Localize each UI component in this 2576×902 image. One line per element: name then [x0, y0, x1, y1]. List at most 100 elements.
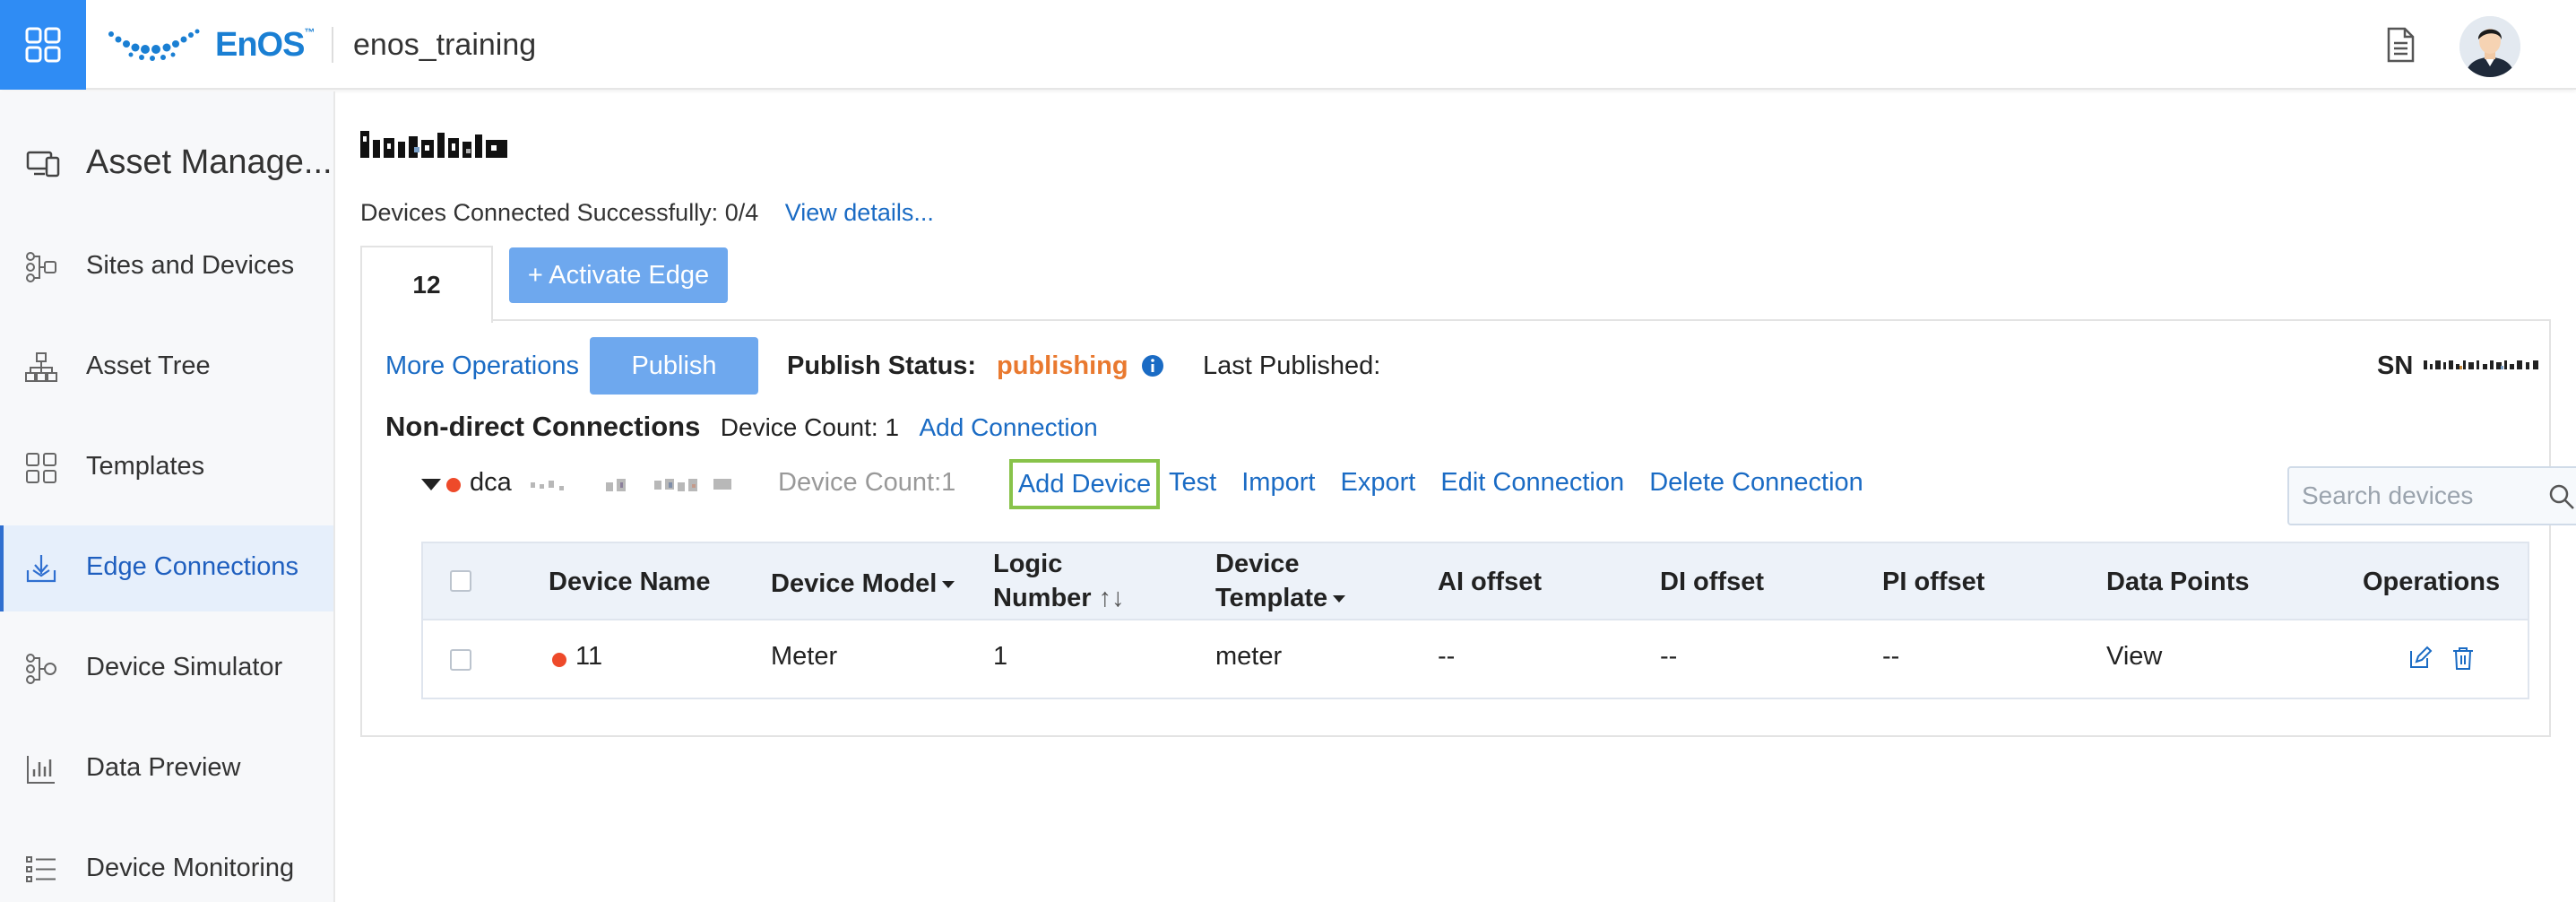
sidebar-item-label: Edge Connections — [86, 552, 298, 581]
templates-icon — [26, 453, 56, 483]
enos-logo[interactable]: EnOS™ — [106, 25, 315, 65]
row-checkbox[interactable] — [450, 649, 471, 671]
document-icon — [2387, 27, 2415, 63]
logo-text: EnOS™ — [215, 25, 315, 64]
sites-devices-icon — [26, 252, 56, 282]
header-divider — [332, 27, 333, 63]
sn-value-redacted — [2424, 360, 2538, 369]
logo-dots-icon — [108, 29, 200, 61]
dropdown-caret-icon — [1333, 595, 1346, 603]
device-name-cell: 11 — [575, 642, 603, 671]
column-device-template-line2: Template — [1215, 584, 1328, 612]
sidebar-item-templates[interactable]: Templates — [0, 425, 333, 511]
organization-name: enos_training — [353, 28, 537, 62]
column-device-model[interactable]: Device Model — [771, 567, 955, 601]
device-status-dot — [552, 653, 566, 667]
data-preview-icon — [27, 756, 55, 784]
sidebar-item-label: Device Simulator — [86, 653, 283, 681]
delete-icon[interactable] — [2451, 646, 2476, 671]
sidebar-item-sites-and-devices[interactable]: Sites and Devices — [0, 224, 333, 310]
add-connection-link[interactable]: Add Connection — [919, 413, 1097, 441]
sidebar-item-label: Device Monitoring — [86, 854, 295, 882]
table-row: 11 Meter 1 meter -- -- -- View — [423, 622, 2528, 698]
app-menu-button[interactable] — [0, 0, 86, 90]
edge-toolbar: More Operations Publish Publish Status: … — [385, 337, 2538, 396]
column-logic-number-line2: Number — [993, 584, 1092, 612]
sidebar-item-label: Data Preview — [86, 753, 241, 782]
sidebar-item-data-preview[interactable]: Data Preview — [0, 726, 333, 812]
device-monitoring-icon — [26, 856, 56, 882]
connection-device-count: Device Count:1 — [778, 468, 956, 497]
column-device-model-label: Device Model — [771, 569, 938, 598]
non-direct-connections-header: Non-direct Connections Device Count: 1 A… — [385, 411, 1098, 443]
last-published-label: Last Published: — [1203, 351, 1381, 380]
search-devices-input[interactable] — [2302, 479, 2544, 513]
view-details-link[interactable]: View details... — [785, 199, 934, 226]
documentation-button[interactable] — [2381, 25, 2420, 65]
sort-icon[interactable]: ↑↓ — [1099, 584, 1125, 612]
column-device-template-line1: Device — [1215, 550, 1300, 578]
column-device-template[interactable]: Device Template — [1215, 547, 1346, 615]
edge-panel: More Operations Publish Publish Status: … — [360, 319, 2576, 737]
publish-button[interactable]: Publish — [590, 337, 758, 395]
more-operations-link[interactable]: More Operations — [385, 351, 579, 381]
page-title-redacted — [360, 131, 507, 158]
top-header: EnOS™ enos_training — [0, 0, 2576, 90]
export-link[interactable]: Export — [1341, 468, 1416, 497]
view-data-points-link[interactable]: View — [2106, 642, 2162, 672]
connection-summary: Devices Connected Successfully: 0/4 View… — [360, 199, 934, 227]
user-avatar[interactable] — [2459, 16, 2520, 77]
connection-name: dca — [470, 468, 512, 497]
add-device-button[interactable]: Add Device — [1009, 459, 1160, 509]
info-icon[interactable] — [1140, 353, 1165, 378]
device-template-link[interactable]: meter — [1215, 642, 1282, 672]
sidebar-item-device-monitoring[interactable]: Device Monitoring — [0, 827, 333, 902]
search-devices-box — [2287, 466, 2576, 525]
column-logic-number-line1: Logic — [993, 550, 1063, 578]
column-operations: Operations — [2363, 568, 2501, 596]
import-link[interactable]: Import — [1241, 468, 1315, 497]
sidebar-item-label: Sites and Devices — [86, 251, 295, 280]
device-simulator-icon — [26, 654, 56, 684]
table-header: Device Name Device Model Logic Number ↑↓… — [423, 543, 2528, 620]
test-link[interactable]: Test — [1169, 468, 1216, 497]
main-content: Devices Connected Successfully: 0/4 View… — [360, 91, 2576, 902]
non-direct-connections-title: Non-direct Connections — [385, 411, 701, 442]
asset-tree-icon — [25, 352, 57, 382]
tab-edge-12[interactable]: 12 — [360, 246, 493, 323]
ai-offset-cell: -- — [1438, 642, 1456, 671]
sn-label: SN — [2377, 351, 2414, 380]
edit-connection-link[interactable]: Edit Connection — [1440, 468, 1624, 497]
sidebar-item-device-simulator[interactable]: Device Simulator — [0, 626, 333, 712]
column-device-name: Device Name — [549, 568, 711, 596]
dropdown-caret-icon — [942, 581, 955, 589]
di-offset-cell: -- — [1660, 642, 1678, 671]
sidebar-item-label: Templates — [86, 452, 205, 481]
column-pi-offset: PI offset — [1882, 568, 1985, 596]
connection-details-redacted — [531, 479, 731, 491]
connection-operations: Test Import Export Edit Connection Delet… — [1169, 468, 1881, 498]
publish-status-label: Publish Status: — [787, 351, 977, 380]
devices-table: Device Name Device Model Logic Number ↑↓… — [421, 542, 2529, 699]
edit-icon[interactable] — [2407, 646, 2433, 671]
sidebar-title[interactable]: Asset Manage... — [0, 127, 333, 199]
sidebar-item-edge-connections[interactable]: Edge Connections — [0, 525, 333, 611]
column-data-points: Data Points — [2106, 568, 2250, 596]
search-icon[interactable] — [2547, 482, 2576, 511]
connection-status-dot — [446, 478, 461, 492]
column-logic-number[interactable]: Logic Number ↑↓ — [993, 547, 1125, 615]
select-all-checkbox[interactable] — [450, 570, 471, 592]
grid-icon — [25, 27, 61, 63]
connection-row-dca: dca Device Count:1 Add Device Test Impor… — [421, 459, 2576, 525]
sidebar-item-asset-tree[interactable]: Asset Tree — [0, 325, 333, 411]
publish-status-value: publishing — [997, 351, 1128, 380]
connected-devices-text: Devices Connected Successfully: 0/4 — [360, 199, 759, 226]
collapse-caret-icon[interactable] — [421, 479, 441, 490]
sidebar: Asset Manage... Sites and Devices Asset … — [0, 91, 335, 902]
delete-connection-link[interactable]: Delete Connection — [1649, 468, 1863, 497]
user-avatar-icon — [2459, 16, 2520, 77]
device-count-summary: Device Count: 1 — [720, 413, 900, 441]
device-model-cell: Meter — [771, 642, 838, 671]
activate-edge-button[interactable]: + Activate Edge — [509, 247, 728, 303]
pi-offset-cell: -- — [1882, 642, 1900, 671]
